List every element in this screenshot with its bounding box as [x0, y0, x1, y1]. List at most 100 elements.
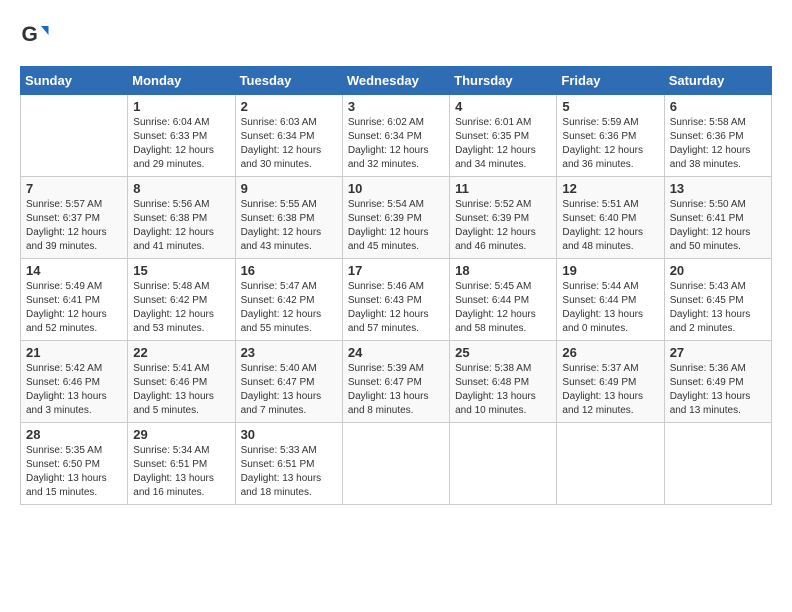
calendar-cell: 4 Sunrise: 6:01 AM Sunset: 6:35 PM Daylig…: [450, 95, 557, 177]
calendar-cell: 17 Sunrise: 5:46 AM Sunset: 6:43 PM Dayli…: [342, 259, 449, 341]
day-info: Sunrise: 5:46 AM Sunset: 6:43 PM Dayligh…: [348, 280, 444, 336]
day-info: Sunrise: 5:52 AM Sunset: 6:39 PM Dayligh…: [455, 198, 551, 254]
day-number: 30: [241, 427, 337, 442]
calendar-cell: 13 Sunrise: 5:50 AM Sunset: 6:41 PM Dayli…: [664, 177, 771, 259]
day-number: 27: [670, 345, 766, 360]
day-number: 4: [455, 99, 551, 114]
day-number: 21: [26, 345, 122, 360]
day-number: 28: [26, 427, 122, 442]
day-info: Sunrise: 5:33 AM Sunset: 6:51 PM Dayligh…: [241, 444, 337, 500]
day-number: 5: [562, 99, 658, 114]
day-info: Sunrise: 5:40 AM Sunset: 6:47 PM Dayligh…: [241, 362, 337, 418]
day-info: Sunrise: 5:48 AM Sunset: 6:42 PM Dayligh…: [133, 280, 229, 336]
calendar-header-row: SundayMondayTuesdayWednesdayThursdayFrid…: [21, 67, 772, 95]
day-number: 22: [133, 345, 229, 360]
day-number: 11: [455, 181, 551, 196]
calendar-cell: 24 Sunrise: 5:39 AM Sunset: 6:47 PM Dayli…: [342, 341, 449, 423]
day-number: 7: [26, 181, 122, 196]
day-number: 24: [348, 345, 444, 360]
day-info: Sunrise: 5:47 AM Sunset: 6:42 PM Dayligh…: [241, 280, 337, 336]
day-number: 3: [348, 99, 444, 114]
calendar-cell: 14 Sunrise: 5:49 AM Sunset: 6:41 PM Dayli…: [21, 259, 128, 341]
day-number: 6: [670, 99, 766, 114]
day-number: 19: [562, 263, 658, 278]
column-header-monday: Monday: [128, 67, 235, 95]
calendar-cell: 20Sunrise: 5:43 AM Sunset: 6:45 PM Dayli…: [664, 259, 771, 341]
calendar-cell: 3 Sunrise: 6:02 AM Sunset: 6:34 PM Daylig…: [342, 95, 449, 177]
calendar-cell: [21, 95, 128, 177]
day-info: Sunrise: 5:37 AM Sunset: 6:49 PM Dayligh…: [562, 362, 658, 418]
column-header-wednesday: Wednesday: [342, 67, 449, 95]
calendar-cell: 15 Sunrise: 5:48 AM Sunset: 6:42 PM Dayli…: [128, 259, 235, 341]
svg-text:G: G: [22, 23, 38, 46]
calendar-cell: [557, 423, 664, 505]
day-number: 14: [26, 263, 122, 278]
calendar-cell: 16 Sunrise: 5:47 AM Sunset: 6:42 PM Dayli…: [235, 259, 342, 341]
calendar-week-row: 28 Sunrise: 5:35 AM Sunset: 6:50 PM Dayli…: [21, 423, 772, 505]
column-header-thursday: Thursday: [450, 67, 557, 95]
day-info: Sunrise: 6:03 AM Sunset: 6:34 PM Dayligh…: [241, 116, 337, 172]
calendar-cell: 11 Sunrise: 5:52 AM Sunset: 6:39 PM Dayli…: [450, 177, 557, 259]
day-number: 12: [562, 181, 658, 196]
calendar-cell: 6 Sunrise: 5:58 AM Sunset: 6:36 PM Daylig…: [664, 95, 771, 177]
day-info: Sunrise: 5:55 AM Sunset: 6:38 PM Dayligh…: [241, 198, 337, 254]
day-number: 23: [241, 345, 337, 360]
calendar-cell: 8Sunrise: 5:56 AM Sunset: 6:38 PM Daylig…: [128, 177, 235, 259]
calendar-cell: 23 Sunrise: 5:40 AM Sunset: 6:47 PM Dayli…: [235, 341, 342, 423]
day-info: Sunrise: 6:02 AM Sunset: 6:34 PM Dayligh…: [348, 116, 444, 172]
calendar-cell: 7 Sunrise: 5:57 AM Sunset: 6:37 PM Daylig…: [21, 177, 128, 259]
day-info: Sunrise: 5:36 AM Sunset: 6:49 PM Dayligh…: [670, 362, 766, 418]
calendar-cell: 9Sunrise: 5:55 AM Sunset: 6:38 PM Daylig…: [235, 177, 342, 259]
day-info: Sunrise: 5:43 AM Sunset: 6:45 PM Dayligh…: [670, 280, 766, 336]
day-info: Sunrise: 6:04 AM Sunset: 6:33 PM Dayligh…: [133, 116, 229, 172]
day-info: Sunrise: 5:56 AM Sunset: 6:38 PM Dayligh…: [133, 198, 229, 254]
calendar-cell: 10Sunrise: 5:54 AM Sunset: 6:39 PM Dayli…: [342, 177, 449, 259]
day-number: 16: [241, 263, 337, 278]
header: G: [20, 20, 772, 50]
day-number: 1: [133, 99, 229, 114]
calendar-week-row: 7 Sunrise: 5:57 AM Sunset: 6:37 PM Daylig…: [21, 177, 772, 259]
column-header-saturday: Saturday: [664, 67, 771, 95]
calendar-cell: [342, 423, 449, 505]
calendar-cell: 21 Sunrise: 5:42 AM Sunset: 6:46 PM Dayli…: [21, 341, 128, 423]
day-info: Sunrise: 5:39 AM Sunset: 6:47 PM Dayligh…: [348, 362, 444, 418]
calendar-cell: 30 Sunrise: 5:33 AM Sunset: 6:51 PM Dayli…: [235, 423, 342, 505]
day-number: 13: [670, 181, 766, 196]
day-number: 25: [455, 345, 551, 360]
day-number: 10: [348, 181, 444, 196]
day-info: Sunrise: 5:57 AM Sunset: 6:37 PM Dayligh…: [26, 198, 122, 254]
calendar-cell: 22Sunrise: 5:41 AM Sunset: 6:46 PM Dayli…: [128, 341, 235, 423]
day-number: 18: [455, 263, 551, 278]
calendar-cell: 5 Sunrise: 5:59 AM Sunset: 6:36 PM Daylig…: [557, 95, 664, 177]
calendar-week-row: 21 Sunrise: 5:42 AM Sunset: 6:46 PM Dayli…: [21, 341, 772, 423]
day-info: Sunrise: 5:58 AM Sunset: 6:36 PM Dayligh…: [670, 116, 766, 172]
day-number: 2: [241, 99, 337, 114]
day-info: Sunrise: 6:01 AM Sunset: 6:35 PM Dayligh…: [455, 116, 551, 172]
calendar-body: 1 Sunrise: 6:04 AM Sunset: 6:33 PM Daylig…: [21, 95, 772, 505]
calendar-cell: [450, 423, 557, 505]
calendar-cell: 1 Sunrise: 6:04 AM Sunset: 6:33 PM Daylig…: [128, 95, 235, 177]
logo: G: [20, 20, 52, 50]
calendar-cell: 27 Sunrise: 5:36 AM Sunset: 6:49 PM Dayli…: [664, 341, 771, 423]
day-info: Sunrise: 5:44 AM Sunset: 6:44 PM Dayligh…: [562, 280, 658, 336]
calendar-cell: [664, 423, 771, 505]
column-header-friday: Friday: [557, 67, 664, 95]
day-info: Sunrise: 5:51 AM Sunset: 6:40 PM Dayligh…: [562, 198, 658, 254]
day-number: 17: [348, 263, 444, 278]
day-number: 26: [562, 345, 658, 360]
calendar-week-row: 1 Sunrise: 6:04 AM Sunset: 6:33 PM Daylig…: [21, 95, 772, 177]
day-info: Sunrise: 5:49 AM Sunset: 6:41 PM Dayligh…: [26, 280, 122, 336]
day-number: 15: [133, 263, 229, 278]
calendar-cell: 19 Sunrise: 5:44 AM Sunset: 6:44 PM Dayli…: [557, 259, 664, 341]
day-info: Sunrise: 5:38 AM Sunset: 6:48 PM Dayligh…: [455, 362, 551, 418]
day-info: Sunrise: 5:59 AM Sunset: 6:36 PM Dayligh…: [562, 116, 658, 172]
column-header-tuesday: Tuesday: [235, 67, 342, 95]
logo-icon: G: [20, 20, 50, 50]
day-info: Sunrise: 5:50 AM Sunset: 6:41 PM Dayligh…: [670, 198, 766, 254]
day-number: 29: [133, 427, 229, 442]
day-info: Sunrise: 5:42 AM Sunset: 6:46 PM Dayligh…: [26, 362, 122, 418]
calendar-table: SundayMondayTuesdayWednesdayThursdayFrid…: [20, 66, 772, 505]
column-header-sunday: Sunday: [21, 67, 128, 95]
day-info: Sunrise: 5:45 AM Sunset: 6:44 PM Dayligh…: [455, 280, 551, 336]
day-info: Sunrise: 5:35 AM Sunset: 6:50 PM Dayligh…: [26, 444, 122, 500]
